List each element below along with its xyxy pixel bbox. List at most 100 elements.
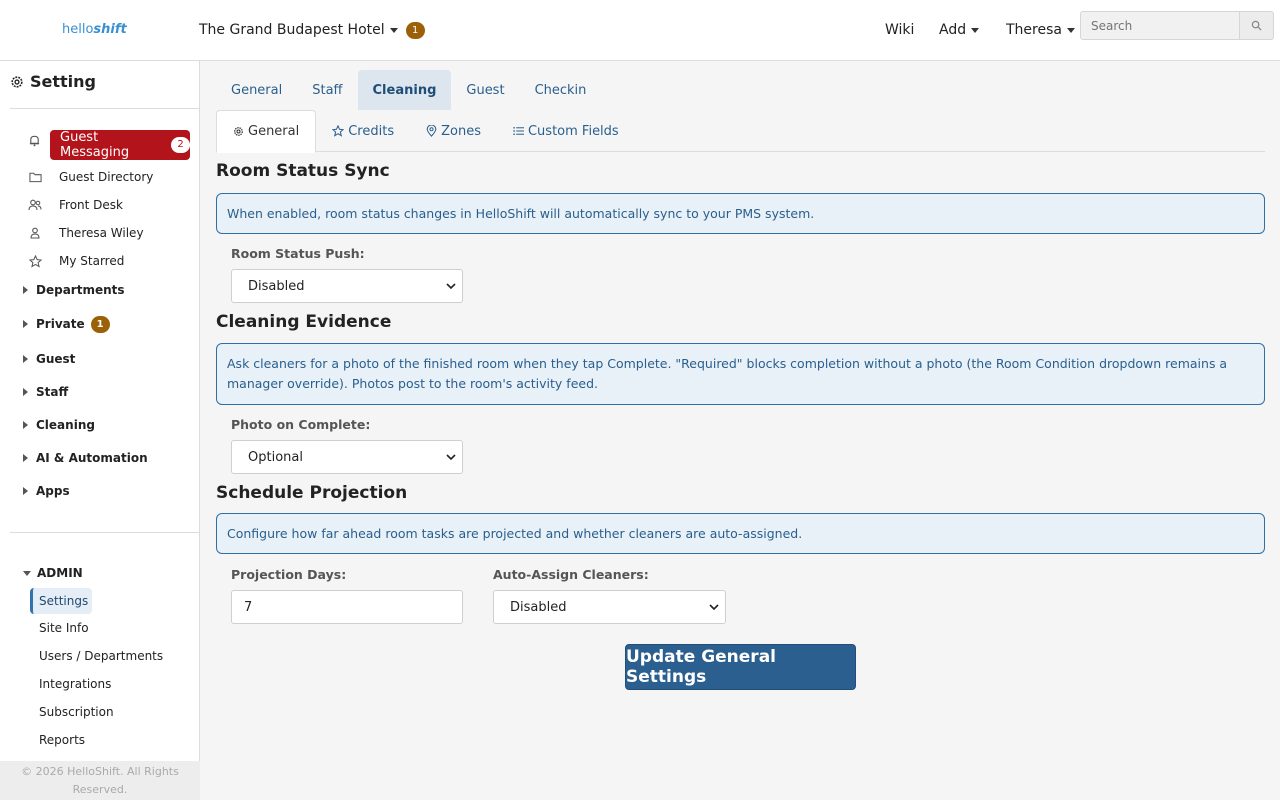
guest-messaging-button[interactable]: Guest Messaging 2 xyxy=(50,130,190,160)
cleaning-subtabs: General Credits Zones Custom Fields xyxy=(216,110,1265,153)
sidebar-section-label: Apps xyxy=(36,484,70,498)
projection-days-input[interactable]: 7 xyxy=(231,590,463,624)
subtab-label: General xyxy=(248,124,300,139)
sidebar: Setting Guest Messaging 2 Guest Director… xyxy=(0,61,200,800)
sidebar-section-label: Staff xyxy=(36,385,69,399)
sidebar-section-label: Private xyxy=(36,317,85,331)
photo-on-complete-label: Photo on Complete: xyxy=(231,417,371,432)
tab-checkin[interactable]: Checkin xyxy=(520,70,602,110)
subtab-label: Custom Fields xyxy=(527,123,619,139)
caret-down-icon xyxy=(23,570,31,576)
sidebar-item-guest-directory[interactable]: Guest Directory xyxy=(28,168,153,186)
sidebar-title: Setting xyxy=(10,72,96,91)
chevron-down-icon xyxy=(446,454,456,461)
schedule-projection-info: Configure how far ahead room tasks are p… xyxy=(216,513,1265,554)
guest-messaging-label: Guest Messaging xyxy=(60,130,130,160)
folder-icon xyxy=(28,172,42,183)
divider xyxy=(10,108,199,109)
main-content: General Staff Cleaning Guest Checkin Gen… xyxy=(200,61,1280,800)
gear-icon xyxy=(11,75,23,88)
sidebar-section-staff[interactable]: Staff xyxy=(23,383,68,401)
sidebar-item-label: Guest Directory xyxy=(59,170,154,184)
star-icon xyxy=(332,125,345,137)
projection-days-label: Projection Days: xyxy=(231,567,347,582)
select-value: Disabled xyxy=(510,599,567,615)
admin-item-reports[interactable]: Reports xyxy=(39,731,85,749)
settings-tabs: General Staff Cleaning Guest Checkin xyxy=(216,70,601,110)
cleaning-evidence-title: Cleaning Evidence xyxy=(216,312,392,332)
sidebar-section-label: Guest xyxy=(36,352,76,366)
search-button[interactable] xyxy=(1240,11,1274,40)
search-input[interactable] xyxy=(1080,11,1240,40)
add-menu[interactable]: Add xyxy=(939,20,980,40)
bell-icon xyxy=(29,135,40,147)
map-pin-icon xyxy=(426,125,437,137)
gear-icon xyxy=(234,127,243,136)
select-value: Disabled xyxy=(248,278,305,294)
admin-item-settings[interactable]: Settings xyxy=(30,588,92,614)
room-status-push-label: Room Status Push: xyxy=(231,246,365,261)
tab-cleaning[interactable]: Cleaning xyxy=(357,70,452,110)
sidebar-item-my-starred[interactable]: My Starred xyxy=(28,252,124,270)
sidebar-section-guest[interactable]: Guest xyxy=(23,350,75,368)
sidebar-section-private[interactable]: Private 1 xyxy=(23,315,110,333)
caret-right-icon xyxy=(23,421,28,429)
private-count-badge: 1 xyxy=(90,315,110,333)
sidebar-footer: © 2026 HelloShift. All Rights Reserved. xyxy=(0,761,200,800)
subtab-general[interactable]: General xyxy=(216,110,317,153)
caret-down-icon xyxy=(389,27,398,33)
caret-right-icon xyxy=(23,388,28,396)
admin-item-integrations[interactable]: Integrations xyxy=(39,675,111,693)
sidebar-item-front-desk[interactable]: Front Desk xyxy=(28,196,123,214)
add-menu-label: Add xyxy=(939,22,967,38)
auto-assign-select[interactable]: Disabled xyxy=(493,590,726,624)
admin-item-site-info[interactable]: Site Info xyxy=(39,619,89,637)
wiki-link[interactable]: Wiki xyxy=(885,20,914,40)
sidebar-section-admin[interactable]: ADMIN xyxy=(23,564,83,582)
search-bar xyxy=(1080,11,1274,40)
caret-right-icon xyxy=(23,454,28,462)
hotel-switcher[interactable]: The Grand Budapest Hotel 1 xyxy=(199,20,425,40)
users-icon xyxy=(28,199,42,211)
user-menu[interactable]: Theresa xyxy=(1006,20,1075,40)
list-icon xyxy=(513,126,524,136)
sidebar-section-cleaning[interactable]: Cleaning xyxy=(23,416,95,434)
sidebar-section-apps[interactable]: Apps xyxy=(23,482,70,500)
caret-down-icon xyxy=(1066,27,1075,33)
sidebar-item-label: My Starred xyxy=(59,254,125,268)
hotel-notification-badge: 1 xyxy=(405,21,425,39)
sidebar-item-label: Theresa Wiley xyxy=(59,226,144,240)
search-icon xyxy=(1251,20,1262,31)
logo-shift: shift xyxy=(93,22,127,37)
subtab-zones[interactable]: Zones xyxy=(410,110,497,152)
divider xyxy=(10,532,199,533)
cleaning-evidence-info: Ask cleaners for a photo of the finished… xyxy=(216,343,1265,405)
caret-right-icon xyxy=(23,355,28,363)
sidebar-section-label: Cleaning xyxy=(36,418,95,432)
user-menu-label: Theresa xyxy=(1006,22,1062,38)
top-navbar: helloshift The Grand Budapest Hotel 1 Wi… xyxy=(0,0,1280,61)
chevron-down-icon xyxy=(709,604,719,611)
tab-guest[interactable]: Guest xyxy=(451,70,519,110)
caret-right-icon xyxy=(23,286,28,294)
subtab-custom-fields[interactable]: Custom Fields xyxy=(497,110,635,152)
room-status-info: When enabled, room status changes in Hel… xyxy=(216,193,1265,234)
room-status-push-select[interactable]: Disabled xyxy=(231,269,463,303)
caret-right-icon xyxy=(23,320,28,328)
admin-item-users-departments[interactable]: Users / Departments xyxy=(39,647,163,665)
select-value: Optional xyxy=(248,449,303,465)
sidebar-section-departments[interactable]: Departments xyxy=(23,281,125,299)
sidebar-item-theresa-wiley[interactable]: Theresa Wiley xyxy=(28,224,144,242)
tab-staff[interactable]: Staff xyxy=(297,70,357,110)
person-icon xyxy=(30,227,40,239)
update-general-settings-button[interactable]: Update General Settings xyxy=(625,644,856,690)
subtab-label: Zones xyxy=(441,123,481,139)
tab-general[interactable]: General xyxy=(216,70,297,110)
sidebar-section-ai-automation[interactable]: AI & Automation xyxy=(23,449,148,467)
auto-assign-label: Auto-Assign Cleaners: xyxy=(493,567,649,582)
photo-on-complete-select[interactable]: Optional xyxy=(231,440,463,474)
sidebar-item-label: Front Desk xyxy=(59,198,123,212)
subtab-credits[interactable]: Credits xyxy=(316,110,410,152)
helloshift-logo[interactable]: helloshift xyxy=(62,22,127,37)
admin-item-subscription[interactable]: Subscription xyxy=(39,703,114,721)
